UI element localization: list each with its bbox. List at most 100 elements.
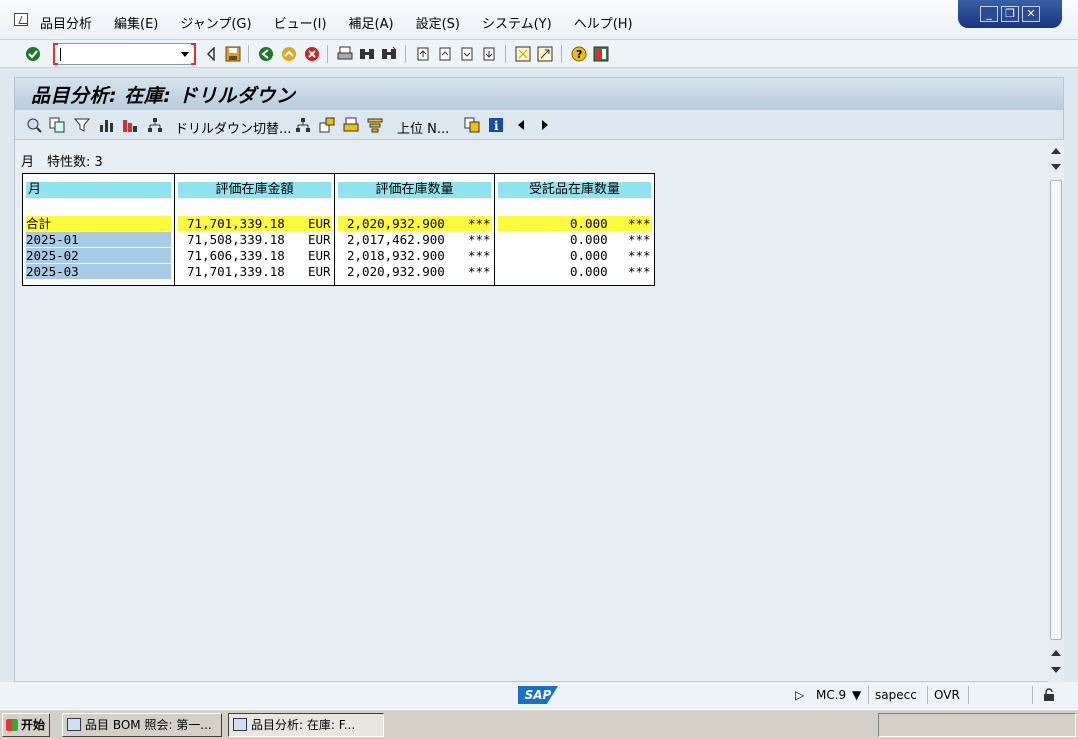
- table-row-label[interactable]: 合計: [26, 216, 171, 231]
- vertical-scrollbar[interactable]: [1048, 140, 1064, 682]
- table-cell: 0.000 ***: [498, 232, 651, 247]
- triangle-left-icon[interactable]: [512, 116, 529, 133]
- find-next-icon[interactable]: [380, 45, 397, 62]
- menu-item-system[interactable]: システム(Y): [482, 13, 552, 32]
- hierarchy-icon[interactable]: [146, 116, 163, 133]
- copy-icon[interactable]: [48, 116, 65, 133]
- info-icon[interactable]: i: [487, 116, 504, 133]
- menu-bar: 品目分析 編集(E) ジャンプ(G) ビュー(I) 補足(A) 設定(S) シス…: [0, 0, 1078, 40]
- cell-unit: ***: [468, 264, 491, 279]
- exit-icon[interactable]: [280, 45, 297, 62]
- standard-toolbar: ?: [0, 40, 1078, 68]
- status-toggle-icon[interactable]: ▷: [795, 688, 804, 702]
- taskbar: 开始 品目 BOM 照会: 第一... 品目分析: 在庫: F...: [0, 709, 1078, 739]
- table-cell: 2,020,932.900 ***: [338, 264, 491, 279]
- choose-icon[interactable]: [25, 116, 42, 133]
- main-panel: 品目分析: 在庫: ドリルダウン ドリルダウン切替... 上位 N... i 月…: [14, 77, 1064, 682]
- back-icon[interactable]: [257, 45, 274, 62]
- find-icon[interactable]: [358, 45, 375, 62]
- next-page-icon[interactable]: [458, 45, 475, 62]
- taskbar-item-material-analysis[interactable]: 品目分析: 在庫: F...: [228, 713, 384, 737]
- top-n-button[interactable]: 上位 N...: [397, 118, 449, 137]
- table-cell: 2,018,932.900 ***: [338, 248, 491, 263]
- abc-analysis-icon[interactable]: [121, 116, 138, 133]
- window-icon: [233, 718, 247, 731]
- column-stock-value: 評価在庫金額 71,701,339.18 EUR 71,508,339.18 EUR…: [175, 174, 335, 285]
- window-controls: _ ❐ ✕: [958, 0, 1062, 28]
- menu-item-goto[interactable]: ジャンプ(G): [180, 13, 251, 32]
- lock-icon[interactable]: [1042, 688, 1056, 705]
- sap-logo: SAP: [518, 686, 558, 704]
- command-field[interactable]: [53, 43, 196, 65]
- shortcut-icon[interactable]: [536, 45, 553, 62]
- drilldown-switch-button[interactable]: ドリルダウン切替...: [175, 118, 291, 137]
- scroll-down-icon[interactable]: [1051, 164, 1061, 170]
- system-menu-icon[interactable]: [14, 13, 28, 26]
- table-cell: 0.000 ***: [498, 216, 651, 231]
- scroll-up-icon[interactable]: [1051, 148, 1061, 154]
- chart-icon[interactable]: [97, 116, 114, 133]
- application-toolbar: ドリルダウン切替... 上位 N... i: [15, 110, 1063, 140]
- last-page-icon[interactable]: [480, 45, 497, 62]
- menu-item-extras[interactable]: 補足(A): [349, 13, 394, 32]
- chevron-down-icon[interactable]: [181, 52, 189, 57]
- table-cell: 71,701,339.18 EUR: [178, 264, 331, 279]
- sort-icon[interactable]: [366, 116, 383, 133]
- scroll-down-icon[interactable]: [1051, 667, 1061, 673]
- save-icon[interactable]: [224, 45, 241, 62]
- column-stock-quantity: 評価在庫数量 2,020,932.900 *** 2,017,462.900 ***…: [335, 174, 495, 285]
- taskbar-item-bom[interactable]: 品目 BOM 照会: 第一...: [62, 713, 222, 737]
- detail-icon[interactable]: [318, 116, 335, 133]
- customize-layout-icon[interactable]: [592, 45, 609, 62]
- help-icon[interactable]: ?: [570, 45, 587, 62]
- filter-icon[interactable]: [73, 116, 90, 133]
- triangle-left-icon[interactable]: [202, 45, 219, 62]
- server-name: sapecc: [875, 688, 917, 702]
- cell-unit: ***: [628, 232, 651, 247]
- chevron-down-icon[interactable]: ▼: [852, 688, 861, 702]
- table-cell: 2,020,932.900 ***: [338, 216, 491, 231]
- menu-item-settings[interactable]: 設定(S): [416, 13, 460, 32]
- scrollbar-thumb[interactable]: [1050, 180, 1062, 640]
- triangle-right-icon[interactable]: [536, 116, 553, 133]
- new-session-icon[interactable]: [514, 45, 531, 62]
- menu-item-material-analysis[interactable]: 品目分析: [40, 13, 92, 32]
- table-row-label[interactable]: 2025-03: [26, 264, 171, 279]
- menu-item-edit[interactable]: 編集(E): [114, 13, 158, 32]
- table-row-label[interactable]: 2025-02: [26, 248, 171, 263]
- scroll-up-icon[interactable]: [1051, 650, 1061, 656]
- insert-mode: OVR: [934, 688, 960, 702]
- start-button[interactable]: 开始: [2, 713, 50, 737]
- column-header-month[interactable]: 月: [26, 182, 171, 198]
- minimize-icon[interactable]: _: [980, 6, 998, 22]
- column-header-consignment-quantity[interactable]: 受託品在庫数量: [498, 182, 651, 198]
- table-cell: 71,701,339.18 EUR: [178, 216, 331, 231]
- cell-value: 0.000: [570, 248, 608, 263]
- cell-unit: EUR: [308, 264, 331, 279]
- previous-page-icon[interactable]: [436, 45, 453, 62]
- restore-icon[interactable]: ❐: [1001, 6, 1019, 22]
- print-preview-icon[interactable]: [342, 116, 359, 133]
- enter-check-icon[interactable]: [24, 45, 41, 62]
- cell-unit: ***: [468, 232, 491, 247]
- menu-item-help[interactable]: ヘルプ(H): [574, 13, 633, 32]
- first-page-icon[interactable]: [414, 45, 431, 62]
- cancel-icon[interactable]: [303, 45, 320, 62]
- table-cell: 71,606,339.18 EUR: [178, 248, 331, 263]
- column-header-stock-value[interactable]: 評価在庫金額: [178, 182, 331, 198]
- table-cell: 0.000 ***: [498, 248, 651, 263]
- export-icon[interactable]: [463, 116, 480, 133]
- menu-item-view[interactable]: ビュー(I): [274, 13, 327, 32]
- table-row-label[interactable]: 2025-01: [26, 232, 171, 247]
- cell-unit: EUR: [308, 232, 331, 247]
- task-label: 品目分析: 在庫: F...: [251, 718, 356, 732]
- title-bar: 品目分析: 在庫: ドリルダウン: [15, 78, 1063, 110]
- table-cell: 0.000 ***: [498, 264, 651, 279]
- cell-value: 71,606,339.18: [187, 248, 285, 263]
- drilldown-table: 月 合計 2025-01 2025-02 2025-03 評価在庫金額 71,7…: [22, 173, 655, 286]
- column-header-stock-quantity[interactable]: 評価在庫数量: [338, 182, 491, 198]
- print-icon[interactable]: [336, 45, 353, 62]
- cell-unit: ***: [628, 216, 651, 231]
- tree-icon[interactable]: [294, 116, 311, 133]
- close-icon[interactable]: ✕: [1022, 6, 1040, 22]
